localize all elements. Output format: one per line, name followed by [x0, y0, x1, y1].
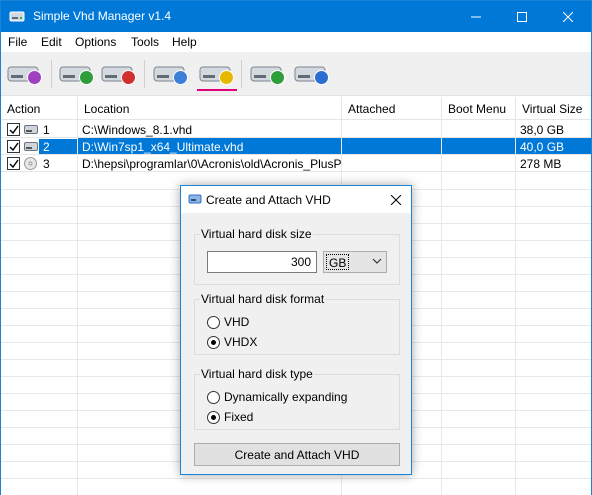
row-boot-menu: [442, 138, 516, 155]
radio-off-icon: [207, 390, 220, 404]
table-row[interactable]: 1 C:\Windows_8.1.vhd 38,0 GB: [1, 121, 591, 138]
column-header-location[interactable]: Location: [78, 97, 342, 120]
table-row[interactable]: 2 D:\Win7sp1_x64_Ultimate.vhd 40,0 GB: [1, 138, 591, 155]
row-checkbox[interactable]: [7, 123, 20, 136]
row-number: 3: [43, 157, 50, 171]
menu-help[interactable]: Help: [172, 35, 197, 49]
settings-vhd-button[interactable]: [292, 56, 332, 92]
format-vhdx-label: VHDX: [224, 335, 258, 349]
menu-edit[interactable]: Edit: [41, 35, 62, 49]
close-icon: [391, 195, 401, 205]
chevron-down-icon: [372, 258, 382, 264]
row-boot-menu: [442, 121, 516, 138]
create-vhd-button[interactable]: [197, 56, 237, 92]
minimize-icon: [471, 16, 481, 17]
title-bar[interactable]: Simple Vhd Manager v1.4: [1, 1, 591, 32]
type-fixed-radio[interactable]: Fixed: [207, 409, 253, 425]
column-header-boot-menu[interactable]: Boot Menu: [442, 97, 516, 120]
hdd-icon: [24, 125, 38, 134]
create-attach-dialog: Create and Attach VHD Virtual hard disk …: [180, 185, 412, 475]
radio-on-icon: [207, 410, 220, 424]
row-size: 40,0 GB: [516, 138, 591, 155]
dialog-title-bar[interactable]: Create and Attach VHD: [181, 186, 411, 213]
properties-vhd-button[interactable]: [151, 56, 191, 92]
close-button[interactable]: [545, 1, 591, 32]
create-attach-button[interactable]: Create and Attach VHD: [194, 443, 400, 466]
cd-icon: [24, 157, 37, 170]
minimize-button[interactable]: [453, 1, 499, 32]
close-icon: [563, 11, 573, 22]
format-vhd-radio[interactable]: VHD: [207, 314, 249, 330]
size-unit-select[interactable]: GB: [323, 251, 387, 273]
maximize-icon: [517, 11, 527, 22]
dialog-close-button[interactable]: [381, 189, 411, 211]
type-fixed-label: Fixed: [224, 410, 254, 424]
row-size: 38,0 GB: [516, 121, 591, 138]
menu-options[interactable]: Options: [75, 35, 116, 49]
row-boot-menu: [442, 155, 516, 172]
format-vhdx-radio[interactable]: VHDX: [207, 334, 257, 350]
column-header-virtual-size[interactable]: Virtual Size: [516, 97, 591, 120]
column-header-attached[interactable]: Attached: [342, 97, 442, 120]
row-location: C:\Windows_8.1.vhd: [78, 121, 342, 138]
checkmark-icon: [9, 142, 19, 152]
row-number: 1: [43, 123, 50, 137]
size-group: Virtual hard disk size 300 GB: [194, 227, 400, 285]
size-unit-value: GB: [326, 254, 350, 270]
maximize-button[interactable]: [499, 1, 545, 32]
row-attached: [342, 155, 442, 172]
active-tool-indicator: [197, 89, 237, 91]
row-checkbox[interactable]: [7, 157, 20, 170]
row-attached: [342, 121, 442, 138]
checkmark-icon: [9, 125, 19, 135]
row-size: 278 MB: [516, 155, 591, 172]
app-icon: [9, 11, 25, 22]
checkmark-icon: [9, 159, 19, 169]
radio-on-icon: [207, 335, 220, 349]
radio-off-icon: [207, 315, 220, 329]
disk-size-input[interactable]: 300: [207, 251, 317, 273]
app-icon: [188, 194, 202, 204]
format-group: Virtual hard disk format VHD VHDX: [194, 292, 400, 355]
column-header-action[interactable]: Action: [1, 97, 78, 120]
dialog-title: Create and Attach VHD: [206, 193, 331, 207]
type-group-label: Virtual hard disk type: [200, 367, 314, 381]
row-location: D:\Win7sp1_x64_Ultimate.vhd: [78, 138, 342, 155]
row-checkbox[interactable]: [7, 140, 20, 153]
type-dynamic-radio[interactable]: Dynamically expanding: [207, 389, 347, 405]
row-number: 2: [39, 139, 77, 154]
window-title: Simple Vhd Manager v1.4: [33, 9, 172, 23]
table-row[interactable]: 3 D:\hepsi\programlar\0\Acronis\old\Acro…: [1, 155, 591, 172]
add-vhd-button[interactable]: [57, 56, 97, 92]
row-location: D:\hepsi\programlar\0\Acronis\old\Acroni…: [78, 155, 342, 172]
type-group: Virtual hard disk type Dynamically expan…: [194, 367, 400, 430]
attach-vhd-button[interactable]: [5, 56, 45, 92]
type-dynamic-label: Dynamically expanding: [224, 390, 348, 404]
row-attached: [342, 138, 442, 155]
remove-vhd-button[interactable]: [99, 56, 139, 92]
format-group-label: Virtual hard disk format: [200, 292, 326, 306]
refresh-vhd-button[interactable]: [248, 56, 288, 92]
menu-file[interactable]: File: [8, 35, 27, 49]
hdd-icon: [24, 142, 38, 151]
menu-bar: File Edit Options Tools Help: [1, 32, 591, 52]
format-vhd-label: VHD: [224, 315, 250, 329]
toolbar: [1, 52, 591, 96]
menu-tools[interactable]: Tools: [131, 35, 159, 49]
size-group-label: Virtual hard disk size: [200, 227, 313, 241]
